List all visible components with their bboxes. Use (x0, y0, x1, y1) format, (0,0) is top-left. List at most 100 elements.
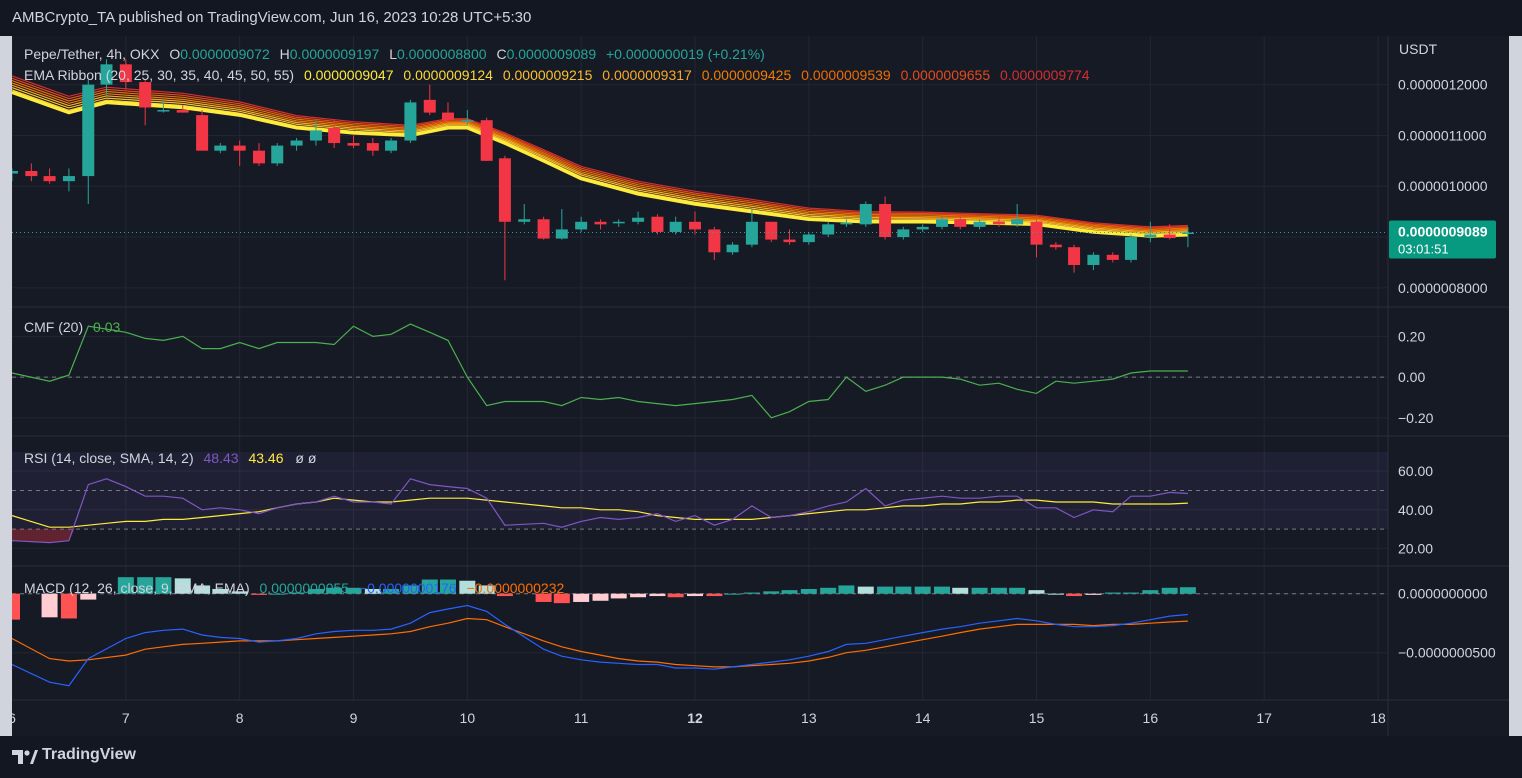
x-tick-label: 11 (574, 710, 589, 726)
macd-label: MACD (12, 26, close, 9, EMA, EMA) (24, 580, 250, 596)
x-tick-label: 7 (122, 710, 130, 726)
tradingview-logo-icon (12, 750, 38, 764)
candle-body (936, 219, 949, 227)
macd-histogram-bar (1104, 592, 1121, 594)
candle-body (139, 82, 152, 108)
candle-body (271, 145, 284, 164)
candle-body (689, 221, 701, 230)
chart-background (12, 36, 1509, 736)
candle-body (233, 145, 246, 151)
candle-body (1011, 219, 1024, 225)
candle-body (1144, 234, 1157, 238)
macd-histogram-bar (1009, 587, 1026, 594)
macd-histogram-bar (838, 585, 855, 594)
macd-histogram-bar (687, 593, 703, 597)
macd-histogram-bar (743, 592, 760, 594)
currency-label: USDT (1399, 41, 1438, 57)
candle-body (745, 221, 758, 245)
macd-histogram-bar (1122, 592, 1139, 594)
macd-histogram-bar (724, 593, 741, 595)
macd-histogram-bar (630, 593, 647, 598)
candle-body (25, 171, 38, 177)
footer-brand: TradingView (42, 746, 136, 763)
x-tick-label: 10 (460, 710, 476, 726)
candle-body (916, 226, 929, 230)
rsi-tick-label: 60.00 (1398, 463, 1433, 479)
macd-histogram-bar (895, 586, 912, 594)
macd-histogram-bar (820, 587, 837, 594)
publisher-bar: AMBCrypto_TA published on TradingView.co… (0, 0, 1522, 36)
candle-body (385, 140, 398, 151)
macd-histogram-bar (573, 593, 590, 602)
candle-body (612, 221, 625, 224)
open-value: 0.0000009072 (180, 46, 270, 62)
ema-value-4: 0.0000009317 (602, 67, 692, 83)
macd-histogram-bar (857, 586, 874, 594)
candle-body (594, 221, 607, 225)
high-label: H (280, 46, 290, 62)
ema-value-1: 0.0000009047 (304, 67, 394, 83)
candle-body (632, 217, 645, 222)
macd-histogram-bar (1066, 593, 1083, 597)
macd-histogram-bar (952, 587, 969, 594)
candle-body (1163, 234, 1176, 239)
cmf-legend: CMF (20) 0.03 (24, 319, 120, 335)
candle-body (1106, 254, 1119, 260)
candle-body (1030, 221, 1043, 245)
macd-histogram-bar (649, 593, 666, 597)
symbol-label: Pepe/Tether, 4h, OKX (24, 46, 160, 62)
publisher-text: AMBCrypto_TA published on TradingView.co… (12, 9, 532, 26)
macd-histogram-bar (971, 587, 988, 594)
candle-body (802, 234, 815, 243)
ema-value-2: 0.0000009124 (403, 67, 493, 83)
x-tick-label: 9 (350, 710, 358, 726)
rsi-tick-label: 20.00 (1398, 540, 1433, 556)
macd-histogram-bar (41, 593, 58, 618)
macd-histogram-bar (60, 593, 77, 619)
x-tick-label: 17 (1256, 710, 1272, 726)
low-label: L (389, 46, 397, 62)
macd-tick-label: −0.0000000500 (1398, 645, 1496, 661)
price-tick-label: 0.0000012000 (1398, 77, 1488, 93)
macd-histogram-bar (706, 593, 723, 597)
ema-value-6: 0.0000009539 (801, 67, 891, 83)
candle-body (290, 140, 303, 146)
candle-body (441, 112, 454, 121)
candle-body (992, 221, 1005, 225)
candle-body (954, 219, 967, 227)
candle-body (480, 120, 493, 161)
candle-body (328, 127, 341, 144)
macd-histogram-bar (877, 586, 894, 594)
macd-histogram-bar (1028, 590, 1045, 594)
chart-frame[interactable]: 6 7 8 9 10 11 12 13 14 15 16 17 18 0.0000012000 0.0000… (4, 36, 1509, 736)
candle-body (765, 221, 778, 240)
macd-histogram-bar (667, 593, 684, 598)
cmf-tick-label: 0.20 (1398, 328, 1425, 344)
ema-legend: EMA Ribbon (20, 25, 30, 35, 40, 45, 50, … (24, 67, 1090, 83)
cmf-tick-label: 0.00 (1398, 369, 1425, 385)
candle-body (253, 150, 266, 164)
candle-body (423, 99, 436, 113)
candle-body (518, 219, 531, 222)
rsi-tick-label: 40.00 (1398, 502, 1433, 518)
x-tick-label: 16 (1143, 710, 1159, 726)
chart-canvas[interactable]: 6 7 8 9 10 11 12 13 14 15 16 17 18 0.0000012000 0.0000… (4, 36, 1509, 736)
x-tick-label: 13 (801, 710, 817, 726)
macd-histogram-bar (4, 593, 20, 620)
macd-histogram-bar (990, 587, 1007, 594)
candle-body (157, 110, 170, 112)
candle-body (6, 171, 18, 174)
macd-histogram-bar (914, 586, 931, 594)
candle-body (669, 221, 682, 232)
x-tick-label: 8 (236, 710, 244, 726)
candle-body (651, 216, 664, 232)
candle-body (176, 110, 189, 113)
candle-body (214, 145, 227, 151)
cmf-tick-label: −0.20 (1398, 410, 1434, 426)
x-tick-label: 15 (1029, 710, 1045, 726)
cmf-label: CMF (20) (24, 319, 83, 335)
macd-legend: MACD (12, 26, close, 9, EMA, EMA) 0.0000… (24, 580, 564, 596)
candle-body (575, 221, 588, 230)
macd-tick-label: 0.0000000000 (1398, 586, 1488, 602)
candle-body (555, 229, 568, 239)
